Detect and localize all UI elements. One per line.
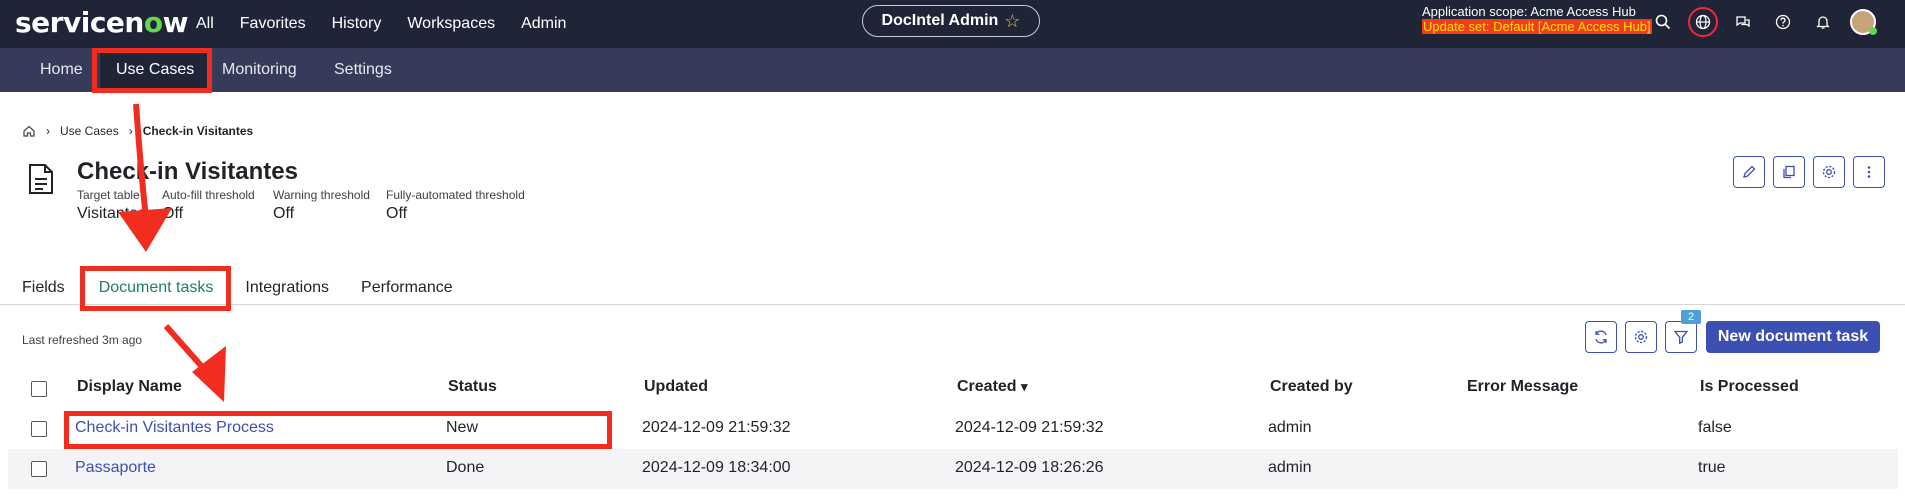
annotation-arrows [118, 103, 226, 402]
arrow-down-shaft [133, 103, 149, 219]
arrow-diagonal-head [192, 346, 226, 402]
arrow-down-head [118, 208, 172, 252]
